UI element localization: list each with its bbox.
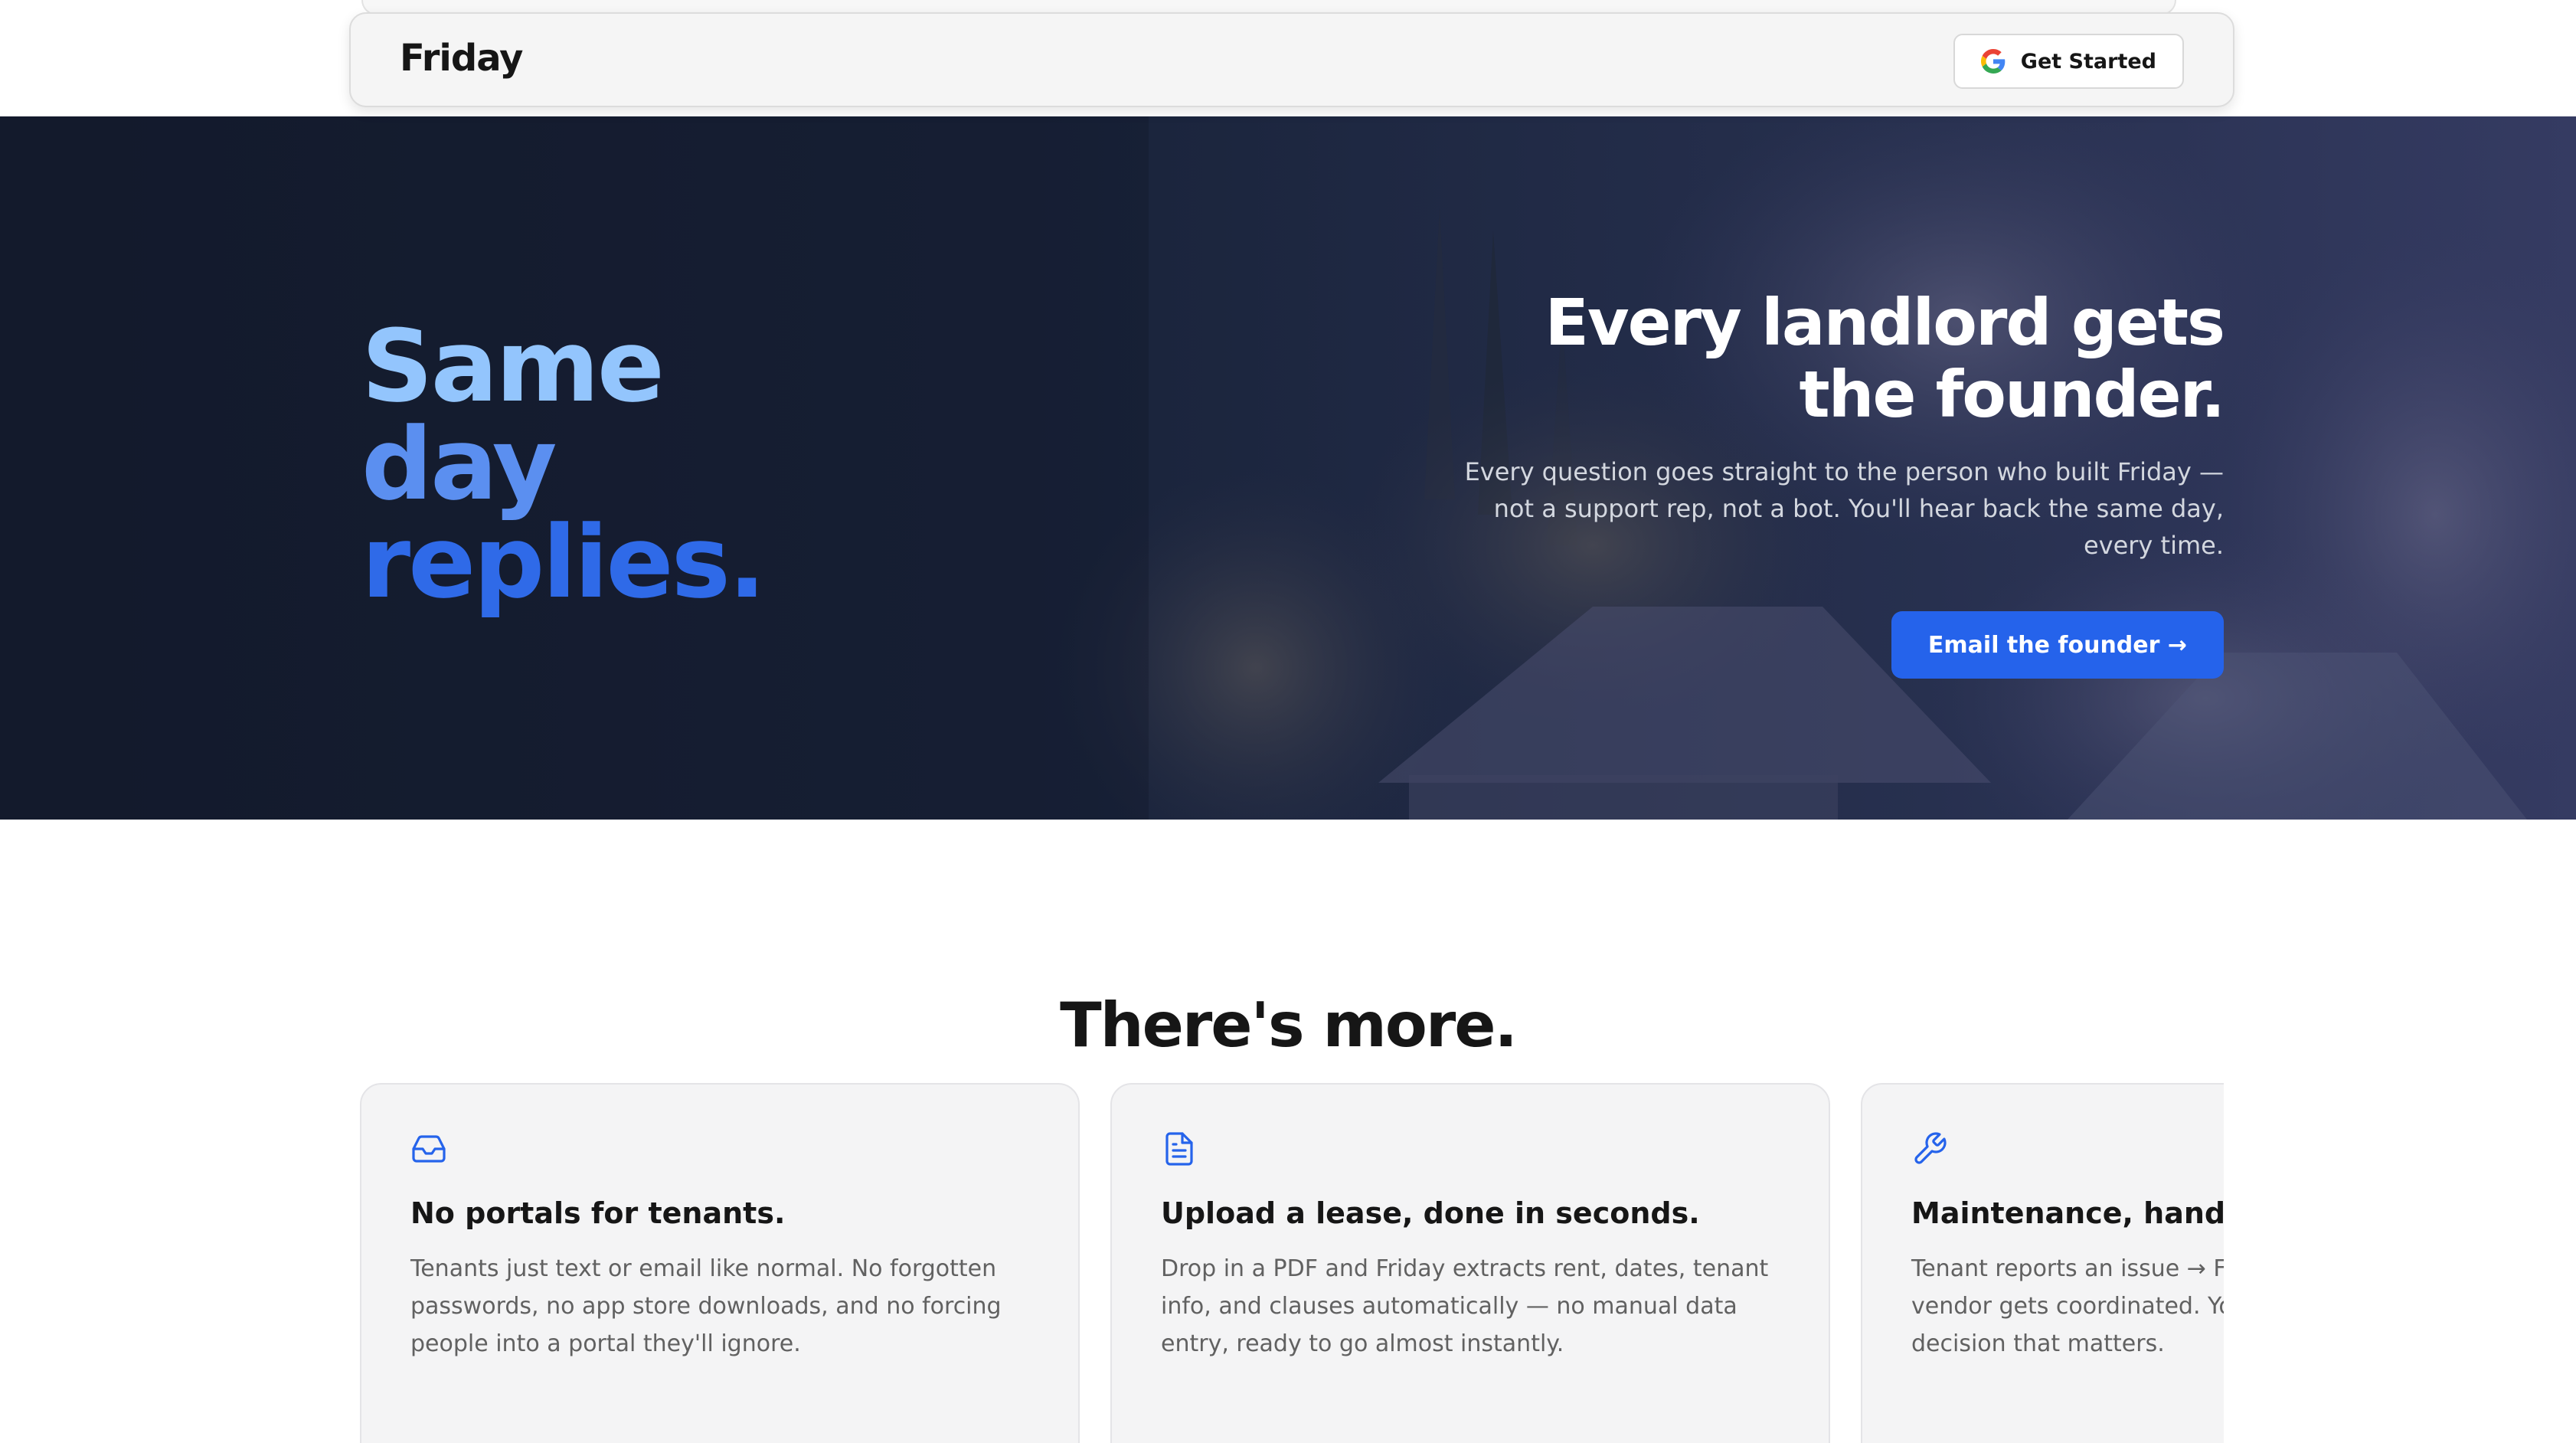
hero-section: Same day replies. Every landlord gets th…: [0, 116, 2576, 820]
google-g-icon: [1980, 49, 2006, 74]
navbar: Friday Get Started: [349, 12, 2234, 107]
feature-cards-carousel[interactable]: No portals for tenants. Tenants just tex…: [360, 1083, 2224, 1443]
tagline-line-2: day: [361, 406, 557, 522]
hero-headline: Every landlord gets the founder.: [1152, 285, 2226, 432]
card-description: Drop in a PDF and Friday extracts rent, …: [1161, 1255, 1769, 1357]
hero-copy: Every landlord gets the founder. Every q…: [1152, 285, 2226, 679]
card-title: Maintenance, handled.: [1911, 1196, 2224, 1230]
card-title: No portals for tenants.: [410, 1196, 786, 1230]
brand-logo[interactable]: Friday: [400, 37, 523, 80]
page: Friday Get Started Same day replies. Eve…: [0, 0, 2576, 1443]
inbox-icon: [412, 1135, 446, 1163]
wrench-icon: [1914, 1132, 1947, 1164]
hero-subtext: Every question goes straight to the pers…: [1464, 457, 2224, 560]
card-description: Tenants just text or email like normal. …: [410, 1255, 1002, 1357]
hero-tagline: Same day replies.: [361, 308, 766, 620]
document-icon: [1165, 1132, 1193, 1166]
feature-card-no-portals: No portals for tenants. Tenants just tex…: [360, 1083, 1080, 1443]
card-description: Tenant reports an issue → Friday triages…: [1911, 1255, 2224, 1357]
feature-card-upload-lease: Upload a lease, done in seconds. Drop in…: [1110, 1083, 1830, 1443]
hero-headline-line-2: the founder.: [1799, 357, 2225, 432]
section-title: There's more.: [1060, 990, 1518, 1062]
get-started-label: Get Started: [2020, 49, 2156, 74]
feature-card-maintenance: Maintenance, handled. Tenant reports an …: [1861, 1083, 2224, 1443]
email-founder-button[interactable]: Email the founder →: [1891, 611, 2224, 679]
tagline-line-1: Same: [361, 308, 665, 424]
get-started-button[interactable]: Get Started: [1953, 34, 2184, 89]
tagline-line-3: replies.: [361, 504, 766, 620]
card-title: Upload a lease, done in seconds.: [1161, 1196, 1700, 1230]
hero-headline-line-1: Every landlord gets: [1545, 285, 2225, 360]
